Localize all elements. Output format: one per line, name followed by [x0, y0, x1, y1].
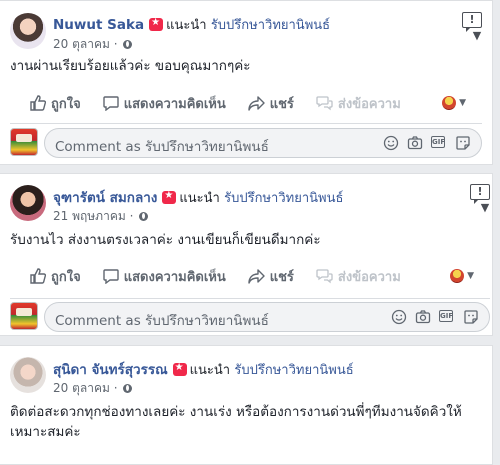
share-button[interactable]: แชร์ — [248, 266, 294, 287]
page-avatar — [10, 302, 38, 330]
comment-tools: GIF — [375, 135, 471, 151]
report-icon[interactable]: ! — [470, 184, 490, 204]
post-header: Nuwut Saka แนะนำ รับปรึกษาวิทยานิพนธ์ 20 … — [10, 12, 484, 54]
send-message-button[interactable]: ส่งข้อความ — [316, 93, 401, 114]
report-icon[interactable]: ! — [462, 12, 482, 32]
send-message-button[interactable]: ส่งข้อความ — [316, 266, 401, 287]
meta-separator: · — [129, 209, 134, 223]
author-name[interactable]: จุฑารัตน์ สมกลาง — [53, 190, 157, 206]
share-icon — [248, 96, 265, 111]
post-meta: 21 พฤษภาคม · — [53, 207, 149, 226]
camera-icon[interactable] — [415, 309, 431, 325]
post-text: ติดต่อสะดวกทุกช่องทางเลยค่ะ งานเร่ง หรือ… — [10, 404, 462, 440]
post-date[interactable]: 20 ตุลาคม — [53, 37, 110, 51]
sticker-icon[interactable] — [455, 135, 471, 151]
reaction-picker[interactable]: ▼ — [442, 96, 466, 110]
gif-icon[interactable]: GIF — [439, 309, 455, 325]
recommend-icon — [172, 361, 187, 376]
comment-input-box[interactable]: Comment as รับปรึกษาวิทยานิพนธ์ GIF — [44, 302, 490, 332]
post-text: รับงานไว ส่งงานตรงเวลาค่ะ งานเขียนก็เขีย… — [10, 232, 321, 248]
recommended-page-link[interactable]: รับปรึกษาวิทยานิพนธ์ — [211, 18, 330, 33]
recommend-label: แนะนำ — [166, 18, 207, 33]
chevron-down-icon: ▼ — [459, 98, 466, 108]
like-button[interactable]: ถูกใจ — [30, 93, 81, 114]
send-message-label: ส่งข้อความ — [337, 96, 401, 112]
recommend-icon — [162, 189, 177, 204]
recommend-label: แนะนำ — [179, 191, 220, 206]
chevron-down-icon[interactable]: ▼ — [470, 30, 484, 41]
page-avatar — [10, 128, 38, 156]
reaction-picker[interactable]: ▼ — [450, 269, 474, 283]
public-globe-icon — [123, 384, 133, 393]
like-label: ถูกใจ — [51, 96, 81, 112]
page-reaction-avatar-icon — [442, 96, 457, 110]
post-title-line: สุนิดา จันทร์สุวรรณ แนะนำ รับปรึกษาวิทยาน… — [53, 358, 354, 380]
post-date[interactable]: 20 ตุลาคม — [53, 381, 110, 395]
recommend-icon — [149, 16, 164, 31]
author-name[interactable]: สุนิดา จันทร์สุวรรณ — [53, 362, 168, 378]
comment-composer: Comment as รับปรึกษาวิทยานิพนธ์ GIF — [10, 302, 490, 332]
post-meta: 20 ตุลาคม · — [53, 379, 133, 398]
comment-icon — [103, 96, 119, 111]
post-meta: 20 ตุลาคม · — [53, 35, 133, 54]
post-actions: ถูกใจ แสดงความคิดเห็น แชร์ ส่งข้อความ ▼ — [10, 262, 488, 290]
comment-input[interactable]: Comment as รับปรึกษาวิทยานิพนธ์ — [55, 309, 269, 331]
share-button[interactable]: แชร์ — [248, 93, 294, 114]
gif-label: GIF — [431, 136, 446, 148]
post-title-line: Nuwut Saka แนะนำ รับปรึกษาวิทยานิพนธ์ — [53, 14, 330, 35]
chevron-down-icon: ▼ — [467, 271, 474, 281]
post-title-line: จุฑารัตน์ สมกลาง แนะนำ รับปรึกษาวิทยานิพน… — [53, 186, 343, 208]
author-avatar[interactable] — [10, 13, 46, 49]
author-avatar[interactable] — [10, 357, 46, 393]
page-reaction-avatar-icon — [450, 269, 465, 283]
message-icon — [316, 269, 333, 284]
thumbs-up-icon — [30, 268, 46, 284]
post-header: สุนิดา จันทร์สุวรรณ แนะนำ รับปรึกษาวิทยาน… — [10, 357, 490, 397]
like-label: ถูกใจ — [51, 269, 81, 285]
share-label: แชร์ — [269, 96, 294, 112]
recommended-page-link[interactable]: รับปรึกษาวิทยานิพนธ์ — [224, 191, 343, 206]
post-text: งานผ่านเรียบร้อยแล้วค่ะ ขอบคุณมากๆค่ะ — [10, 58, 251, 74]
comment-icon — [103, 269, 119, 284]
share-label: แชร์ — [269, 269, 294, 285]
emoji-icon[interactable] — [383, 135, 399, 151]
sticker-icon[interactable] — [463, 309, 479, 325]
public-globe-icon — [139, 212, 149, 221]
comment-composer: Comment as รับปรึกษาวิทยานิพนธ์ GIF — [10, 128, 482, 158]
comment-button[interactable]: แสดงความคิดเห็น — [103, 266, 226, 287]
public-globe-icon — [123, 40, 133, 49]
comment-button[interactable]: แสดงความคิดเห็น — [103, 93, 226, 114]
author-avatar[interactable] — [10, 185, 46, 221]
comment-label: แสดงความคิดเห็น — [123, 96, 226, 112]
post-date[interactable]: 21 พฤษภาคม — [53, 209, 126, 223]
meta-separator: · — [113, 37, 118, 51]
comment-input[interactable]: Comment as รับปรึกษาวิทยานิพนธ์ — [55, 135, 269, 157]
gif-icon[interactable]: GIF — [431, 135, 447, 151]
emoji-icon[interactable] — [391, 309, 407, 325]
comment-input-box[interactable]: Comment as รับปรึกษาวิทยานิพนธ์ GIF — [44, 128, 482, 158]
review-post: Nuwut Saka แนะนำ รับปรึกษาวิทยานิพนธ์ 20 … — [0, 0, 493, 165]
comment-label: แสดงความคิดเห็น — [123, 269, 226, 285]
comment-tools: GIF — [383, 309, 479, 325]
chevron-down-icon[interactable]: ▼ — [478, 202, 492, 213]
divider — [10, 123, 482, 124]
post-actions: ถูกใจ แสดงความคิดเห็น แชร์ ส่งข้อความ ▼ — [10, 89, 480, 117]
author-name[interactable]: Nuwut Saka — [53, 17, 144, 33]
meta-separator: · — [113, 381, 118, 395]
like-button[interactable]: ถูกใจ — [30, 266, 81, 287]
share-icon — [248, 269, 265, 284]
recommend-label: แนะนำ — [189, 363, 231, 378]
divider — [10, 298, 490, 299]
recommended-page-link[interactable]: รับปรึกษาวิทยานิพนธ์ — [234, 363, 353, 378]
post-header: จุฑารัตน์ สมกลาง แนะนำ รับปรึกษาวิทยานิพน… — [10, 184, 492, 226]
message-icon — [316, 96, 333, 111]
gif-label: GIF — [439, 310, 454, 322]
camera-icon[interactable] — [407, 135, 423, 151]
send-message-label: ส่งข้อความ — [337, 269, 401, 285]
thumbs-up-icon — [30, 95, 46, 111]
